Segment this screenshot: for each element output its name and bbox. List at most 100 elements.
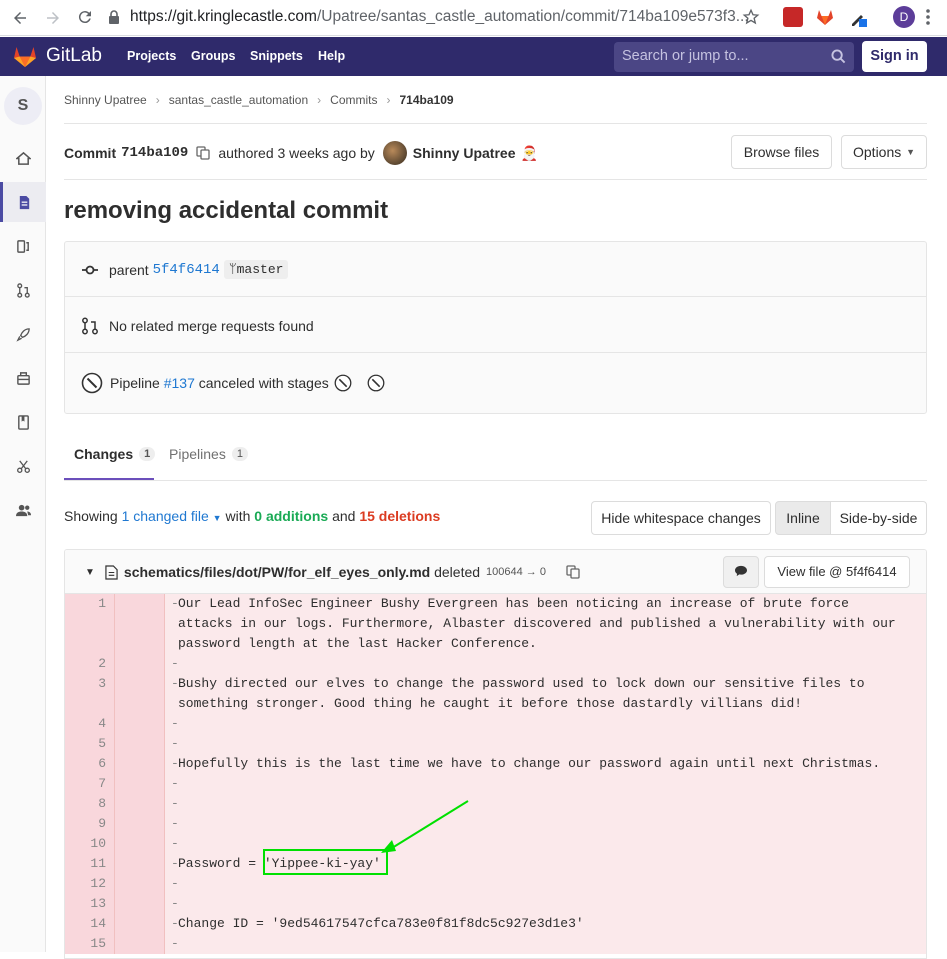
old-line-number[interactable]: 13 (65, 894, 115, 914)
view-file-button[interactable]: View file @ 5f4f6414 (764, 556, 910, 588)
search-placeholder: Search or jump to... (622, 48, 749, 64)
old-line-number[interactable]: 2 (65, 654, 115, 674)
address-bar[interactable]: https://git.kringlecastle.com/Upatree/sa… (108, 4, 776, 30)
chevron-down-icon: ▼ (906, 147, 915, 157)
stage-canceled-icon[interactable] (367, 374, 385, 392)
search-input[interactable]: Search or jump to... (614, 42, 854, 72)
menu-kebab-icon[interactable] (926, 8, 930, 26)
diff-line: 6 - Hopefully this is the last time we hav… (65, 754, 926, 774)
old-line-number[interactable]: 8 (65, 794, 115, 814)
author-avatar[interactable] (382, 141, 407, 165)
back-icon[interactable] (8, 6, 32, 30)
commit-sha: 714ba109 (121, 145, 189, 161)
sidebar-item-merge-requests[interactable] (0, 270, 46, 310)
browser-toolbar: https://git.kringlecastle.com/Upatree/sa… (0, 0, 947, 36)
options-dropdown[interactable]: Options ▼ (841, 135, 927, 169)
old-line-number[interactable]: 12 (65, 874, 115, 894)
nav-projects[interactable]: Projects (127, 49, 176, 63)
old-line-number[interactable]: 9 (65, 814, 115, 834)
merge-requests-row: No related merge requests found (81, 317, 314, 335)
forward-icon[interactable] (41, 6, 65, 30)
breadcrumb-commit[interactable]: 714ba109 (400, 93, 454, 107)
old-line-number[interactable]: 1 (65, 594, 115, 654)
tab-changes[interactable]: Changes 1 (74, 446, 156, 462)
stage-canceled-icon[interactable] (334, 374, 352, 392)
hide-whitespace-button[interactable]: Hide whitespace changes (591, 501, 771, 535)
side-by-side-button[interactable]: Side-by-side (830, 501, 927, 535)
copy-path-icon[interactable] (566, 565, 580, 579)
gitlab-brand-text: GitLab (46, 45, 102, 66)
pipeline-canceled-icon[interactable] (81, 372, 103, 394)
file-path[interactable]: schematics/files/dot/PW/for_elf_eyes_onl… (124, 564, 430, 580)
copy-sha-icon[interactable] (196, 146, 210, 160)
new-line-number (115, 934, 165, 954)
sidebar-item-packages[interactable] (0, 358, 46, 398)
book-icon (17, 414, 29, 430)
sidebar-item-snippets[interactable] (0, 446, 46, 486)
bookmark-star-icon[interactable] (739, 5, 763, 29)
diff-line: 5- (65, 734, 926, 754)
diff-line-text: Change ID = '9ed54617547cfca783e0f81f8dc… (178, 916, 584, 931)
old-line-number[interactable]: 4 (65, 714, 115, 734)
collapse-caret-icon[interactable]: ▼ (85, 567, 95, 578)
old-line-number[interactable]: 10 (65, 834, 115, 854)
divider (64, 123, 927, 124)
url-domain: https://git.kringlecastle.com (130, 8, 317, 25)
new-line-number (115, 874, 165, 894)
parent-row: parent 5f4f6414 ᛘmaster (81, 260, 289, 279)
nav-groups[interactable]: Groups (191, 49, 235, 63)
tab-pipelines[interactable]: Pipelines 1 (169, 446, 248, 462)
new-line-number (115, 714, 165, 734)
diff-file: ▼ schematics/files/dot/PW/for_elf_eyes_o… (64, 549, 927, 959)
sidebar-item-repository[interactable] (0, 182, 46, 222)
inline-view-button[interactable]: Inline (775, 501, 831, 535)
project-avatar[interactable]: S (4, 87, 42, 125)
deletion-marker: - (171, 716, 179, 731)
sign-in-button[interactable]: Sign in (862, 41, 927, 72)
browse-files-button[interactable]: Browse files (731, 135, 832, 169)
sidebar-item-members[interactable] (0, 490, 46, 530)
old-line-number[interactable]: 3 (65, 674, 115, 714)
parent-sha-link[interactable]: 5f4f6414 (153, 262, 220, 278)
old-line-number[interactable]: 15 (65, 934, 115, 954)
extension-lastpass-icon[interactable] (783, 7, 803, 27)
extension-gitlab-icon[interactable] (815, 7, 835, 27)
gitlab-tanuki-icon (14, 47, 36, 67)
diff-line: 8- (65, 794, 926, 814)
breadcrumb-commits[interactable]: Commits (330, 93, 377, 107)
tab-pipelines-count: 1 (231, 447, 248, 461)
old-line-number[interactable]: 14 (65, 914, 115, 934)
sidebar-item-issues[interactable] (0, 226, 46, 266)
pipeline-row: Pipeline #137 canceled with stages (81, 372, 395, 394)
old-line-number[interactable]: 6 (65, 754, 115, 774)
sidebar-item-project[interactable] (0, 138, 46, 178)
users-icon (15, 504, 31, 516)
deletion-marker: - (171, 736, 179, 751)
gitlab-logo[interactable]: GitLab (12, 43, 102, 69)
commit-authored-text: authored 3 weeks ago by (218, 145, 375, 161)
diff-lines: 1- Our Lead InfoSec Engineer Bushy Evergr… (65, 594, 926, 954)
breadcrumb-project[interactable]: santas_castle_automation (169, 93, 308, 107)
sidebar-item-wiki[interactable] (0, 402, 46, 442)
commit-info-box: parent 5f4f6414 ᛘmaster No related merge… (64, 241, 927, 414)
author-name[interactable]: Shinny Upatree (413, 145, 516, 161)
file-path-row: ▼ schematics/files/dot/PW/for_elf_eyes_o… (85, 564, 580, 580)
comment-button[interactable] (723, 556, 759, 588)
sidebar-item-ci-cd[interactable] (0, 314, 46, 354)
diff-line: 15 - (65, 934, 926, 954)
nav-help[interactable]: Help (318, 49, 345, 63)
old-line-number[interactable]: 5 (65, 734, 115, 754)
changed-files-dropdown[interactable]: 1 changed file ▼ (122, 508, 222, 524)
diff-line-text (178, 794, 926, 814)
extension-eyedropper-icon[interactable] (849, 7, 869, 27)
new-line-number (115, 754, 165, 774)
pipeline-id-link[interactable]: #137 (164, 375, 195, 391)
breadcrumb-owner[interactable]: Shinny Upatree (64, 93, 147, 107)
profile-avatar[interactable]: D (893, 6, 915, 28)
tab-pipelines-label: Pipelines (169, 446, 226, 462)
branch-badge[interactable]: ᛘmaster (223, 260, 289, 279)
old-line-number[interactable]: 11 (65, 854, 115, 874)
old-line-number[interactable]: 7 (65, 774, 115, 794)
nav-snippets[interactable]: Snippets (250, 49, 303, 63)
reload-icon[interactable] (73, 5, 97, 29)
